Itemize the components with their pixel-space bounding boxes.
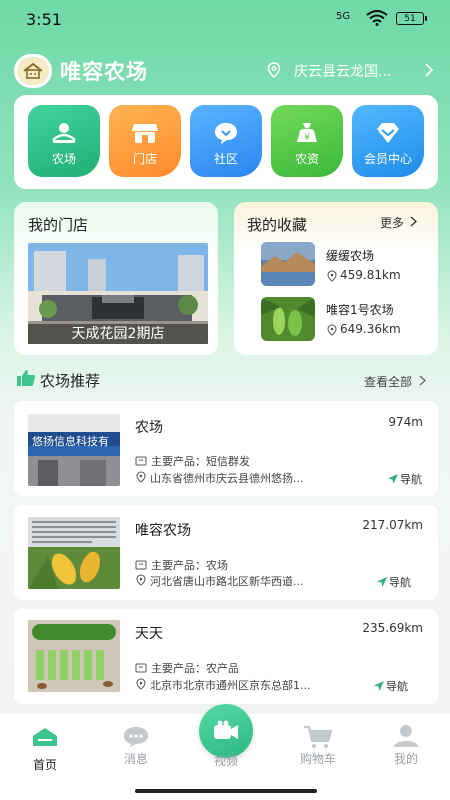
- farm-main-product: 主要产品：短信群发: [151, 455, 250, 468]
- chevron-right-icon[interactable]: [424, 63, 434, 77]
- farm-sign-text: 悠扬信息科技有: [32, 435, 109, 448]
- favorite-image[interactable]: [261, 242, 315, 286]
- store-name: 天成花园2期店: [28, 324, 208, 344]
- favorite-distance: 649.36km: [340, 322, 401, 336]
- store-icon: [132, 124, 158, 143]
- tab-messages[interactable]: [122, 726, 150, 752]
- farm-main-product: 主要产品：农产品: [151, 662, 239, 675]
- favorite-name[interactable]: 唯容1号农场: [326, 301, 394, 318]
- category-store[interactable]: 门店: [109, 105, 181, 177]
- farm-address: 河北省唐山市路北区新华西道...: [150, 575, 304, 588]
- home-indicator: [135, 789, 317, 793]
- tab-cart-label[interactable]: 购物车: [288, 750, 348, 767]
- location-pin-icon: [327, 270, 337, 282]
- location-selector[interactable]: 庆云县云龙国...: [294, 61, 418, 81]
- signal-indicator: 5G: [336, 11, 351, 22]
- category-community[interactable]: 社区: [190, 105, 262, 177]
- house-logo-icon: [23, 62, 43, 79]
- home-icon: [33, 728, 57, 746]
- product-box-icon: [135, 663, 147, 673]
- diamond-icon: [377, 123, 399, 143]
- message-icon: [124, 727, 148, 747]
- chat-bubble-icon: [215, 123, 237, 144]
- svg-text:¥: ¥: [304, 133, 310, 143]
- tab-profile[interactable]: [393, 724, 419, 752]
- chevron-right-icon: [419, 375, 426, 386]
- tab-cart[interactable]: [303, 725, 333, 753]
- farm-distance: 235.69km: [362, 621, 423, 635]
- favorites-more-link[interactable]: 更多: [380, 214, 418, 231]
- category-supplies[interactable]: ¥ 农资: [271, 105, 343, 177]
- location-pin-icon: [136, 471, 146, 483]
- thumbs-up-icon: [17, 370, 36, 386]
- farm-icon: [52, 123, 76, 143]
- category-label: 社区: [213, 152, 238, 166]
- category-label: 门店: [132, 152, 157, 166]
- farm-address: 山东省德州市庆云县德州悠扬...: [150, 472, 304, 485]
- product-box-icon: [135, 560, 147, 570]
- location-pin-icon: [136, 574, 146, 586]
- farm-address: 北京市北京市通州区京东总部1...: [150, 679, 311, 692]
- tab-profile-label[interactable]: 我的: [376, 750, 436, 767]
- navigation-arrow-icon[interactable]: [387, 473, 399, 485]
- tab-messages-label[interactable]: 消息: [106, 750, 166, 767]
- my-store-title: 我的门店: [28, 216, 89, 234]
- product-box-icon: [135, 456, 147, 466]
- shopping-cart-icon: [304, 725, 333, 748]
- app-logo: [14, 54, 52, 88]
- farm-image[interactable]: [28, 517, 120, 589]
- farm-distance: 974m: [388, 415, 423, 429]
- farm-name[interactable]: 农场: [135, 417, 163, 437]
- tab-home[interactable]: [31, 726, 59, 752]
- status-time: 3:51: [26, 10, 62, 29]
- category-label: 会员中心: [363, 152, 412, 166]
- video-camera-icon: [214, 720, 238, 739]
- tab-home-label[interactable]: 首页: [15, 756, 75, 773]
- category-member-center[interactable]: 会员中心: [352, 105, 424, 177]
- farm-name[interactable]: 天天: [135, 623, 163, 643]
- view-all-link[interactable]: 查看全部: [364, 373, 427, 390]
- location-pin-icon: [327, 324, 337, 336]
- farm-distance: 217.07km: [362, 518, 423, 532]
- category-farm[interactable]: 农场: [28, 105, 100, 177]
- battery-icon: 51: [396, 12, 427, 25]
- wifi-icon: [366, 10, 388, 26]
- app-name: 唯容农场: [60, 60, 148, 84]
- navigate-button[interactable]: 导航: [386, 678, 408, 694]
- category-label: 农资: [294, 152, 319, 166]
- favorite-distance: 459.81km: [340, 268, 401, 282]
- chevron-right-icon: [410, 216, 417, 227]
- recommend-title: 农场推荐: [40, 372, 101, 390]
- money-bag-icon: ¥: [297, 123, 317, 143]
- navigation-arrow-icon[interactable]: [373, 680, 385, 692]
- tab-video-label[interactable]: 视频: [196, 752, 256, 769]
- tab-video[interactable]: [199, 704, 253, 758]
- status-bar: 3:51 5G 51: [0, 0, 450, 38]
- location-pin-icon: [136, 678, 146, 690]
- navigate-button[interactable]: 导航: [389, 574, 411, 590]
- favorite-name[interactable]: 缓缓农场: [326, 247, 374, 264]
- farm-image[interactable]: [28, 620, 120, 692]
- navigation-arrow-icon[interactable]: [376, 576, 388, 588]
- favorite-image[interactable]: [261, 297, 315, 341]
- favorites-title: 我的收藏: [247, 216, 308, 234]
- view-all-label: 查看全部: [364, 375, 413, 389]
- farm-image[interactable]: 悠扬信息科技有: [28, 414, 120, 486]
- user-icon: [394, 725, 418, 747]
- location-pin-icon[interactable]: [266, 62, 282, 78]
- navigate-button[interactable]: 导航: [400, 471, 422, 487]
- category-label: 农场: [51, 152, 76, 166]
- more-label: 更多: [380, 216, 405, 230]
- farm-name[interactable]: 唯容农场: [135, 520, 191, 540]
- farm-main-product: 主要产品：农场: [151, 559, 228, 572]
